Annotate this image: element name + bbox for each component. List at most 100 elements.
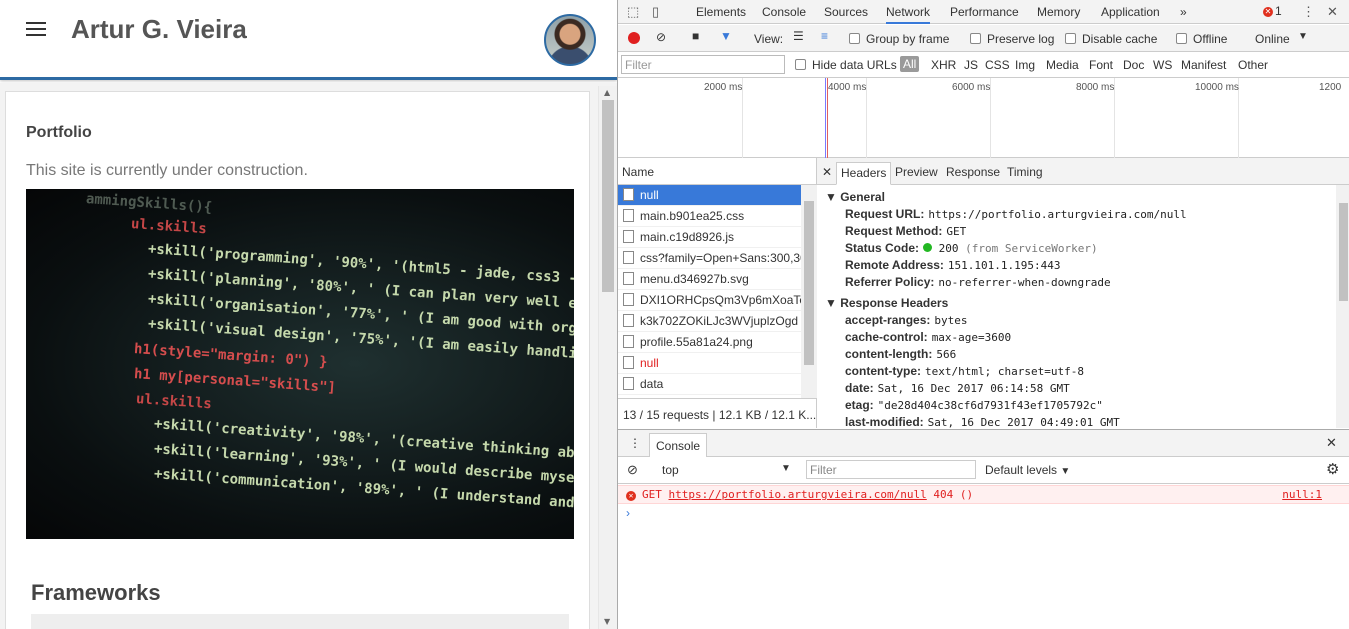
error-icon: ✕ bbox=[1263, 7, 1273, 17]
portfolio-page: Artur G. Vieira Portfolio This site is c… bbox=[0, 0, 617, 629]
tab-timing[interactable]: Timing bbox=[1007, 165, 1043, 179]
filter-other[interactable]: Other bbox=[1238, 58, 1268, 72]
close-detail-icon[interactable]: ✕ bbox=[822, 165, 832, 179]
tab-response[interactable]: Response bbox=[946, 165, 1000, 179]
header-row: content-length: 566 bbox=[845, 347, 957, 361]
timeline-tick: 1200 bbox=[1319, 82, 1342, 93]
name-column-header[interactable]: Name bbox=[618, 158, 817, 185]
large-rows-icon[interactable]: ☰ bbox=[793, 29, 804, 43]
drawer-menu-icon[interactable]: ⋮ bbox=[629, 436, 641, 450]
close-drawer-icon[interactable]: ✕ bbox=[1326, 435, 1337, 451]
console-settings-gear-icon[interactable]: ⚙ bbox=[1326, 460, 1339, 478]
close-devtools-icon[interactable]: ✕ bbox=[1327, 4, 1338, 20]
clear-icon[interactable]: ⊘ bbox=[656, 30, 666, 44]
tab-console[interactable]: Console bbox=[762, 5, 806, 19]
file-icon bbox=[623, 188, 634, 201]
scroll-down-arrow-icon[interactable]: ▼ bbox=[604, 617, 610, 626]
record-icon[interactable] bbox=[628, 32, 640, 44]
response-headers-section-toggle[interactable]: ▼ Response Headers bbox=[817, 295, 1336, 312]
clear-console-icon[interactable]: ⊘ bbox=[627, 462, 638, 478]
filter-media[interactable]: Media bbox=[1046, 58, 1079, 72]
device-toolbar-icon[interactable]: ▯ bbox=[652, 4, 659, 20]
hide-data-urls-checkbox[interactable]: Hide data URLs bbox=[795, 58, 897, 72]
tab-performance[interactable]: Performance bbox=[950, 5, 1019, 19]
waterfall-view-icon[interactable]: ≡ bbox=[821, 29, 828, 43]
preserve-log-checkbox[interactable]: Preserve log bbox=[970, 32, 1054, 46]
filter-img[interactable]: Img bbox=[1015, 58, 1035, 72]
request-row[interactable]: data bbox=[618, 374, 801, 395]
scroll-up-arrow-icon[interactable]: ▲ bbox=[604, 88, 610, 97]
page-scrollbar[interactable]: ▲ ▼ bbox=[598, 86, 617, 629]
file-icon bbox=[623, 293, 634, 306]
request-row[interactable]: DXI1ORHCpsQm3Vp6mXoaTe bbox=[618, 290, 801, 311]
error-source-link[interactable]: null:1 bbox=[1282, 486, 1322, 503]
frameworks-panel bbox=[31, 614, 569, 629]
headers-scrollbar[interactable] bbox=[1336, 185, 1349, 428]
hamburger-menu-icon[interactable] bbox=[26, 22, 46, 38]
throttling-select[interactable]: Online bbox=[1255, 32, 1290, 46]
request-row[interactable]: main.b901ea25.css bbox=[618, 206, 801, 227]
console-drawer-tabs: ⋮ Console ✕ bbox=[618, 429, 1349, 458]
request-row[interactable]: k3k702ZOKiLJc3WVjuplzOgd bbox=[618, 311, 801, 332]
network-filter-input[interactable] bbox=[621, 55, 785, 74]
error-url-link[interactable]: https://portfolio.arturgvieira.com/null bbox=[669, 488, 927, 501]
error-count-badge[interactable]: ✕ 1 bbox=[1263, 4, 1282, 18]
chevron-down-icon[interactable]: ▼ bbox=[1298, 31, 1308, 42]
view-label: View: bbox=[754, 32, 784, 46]
filter-all[interactable]: All bbox=[900, 56, 920, 72]
requests-summary: 13 / 15 requests | 12.1 KB / 12.1 K... bbox=[618, 398, 817, 428]
header-row: content-type: text/html; charset=utf-8 bbox=[845, 364, 1084, 378]
code-line: h1 my[personal="skills"] bbox=[133, 366, 337, 397]
filter-ws[interactable]: WS bbox=[1153, 58, 1172, 72]
disable-cache-checkbox[interactable]: Disable cache bbox=[1065, 32, 1157, 46]
header-row: accept-ranges: bytes bbox=[845, 313, 968, 327]
filter-css[interactable]: CSS bbox=[985, 58, 1010, 72]
context-chevron-icon[interactable]: ▼ bbox=[781, 463, 791, 474]
request-row[interactable]: menu.d346927b.svg bbox=[618, 269, 801, 290]
tab-application[interactable]: Application bbox=[1101, 5, 1160, 19]
log-levels-select[interactable]: Default levels ▼ bbox=[985, 463, 1070, 477]
file-icon bbox=[623, 230, 634, 243]
header-row: last-modified: Sat, 16 Dec 2017 04:49:01 … bbox=[845, 415, 1120, 428]
request-row[interactable]: null bbox=[618, 185, 801, 206]
console-prompt[interactable]: › bbox=[626, 506, 630, 520]
file-icon bbox=[623, 377, 634, 390]
chevron-down-icon: ▼ bbox=[1060, 466, 1071, 477]
filter-doc[interactable]: Doc bbox=[1123, 58, 1144, 72]
console-filter-input[interactable] bbox=[806, 460, 976, 479]
timeline-tick: 8000 ms bbox=[1076, 82, 1115, 93]
request-row[interactable]: main.c19d8926.js bbox=[618, 227, 801, 248]
kebab-menu-icon[interactable]: ⋮ bbox=[1302, 4, 1315, 20]
scrollbar-thumb[interactable] bbox=[602, 100, 614, 292]
tab-elements[interactable]: Elements bbox=[696, 5, 746, 19]
request-row[interactable]: profile.55a81a24.png bbox=[618, 332, 801, 353]
filter-xhr[interactable]: XHR bbox=[931, 58, 956, 72]
dom-content-loaded-marker bbox=[825, 78, 826, 158]
tab-headers[interactable]: Headers bbox=[836, 162, 892, 185]
filter-manifest[interactable]: Manifest bbox=[1181, 58, 1226, 72]
request-list-scrollbar[interactable] bbox=[801, 185, 817, 398]
more-tabs-icon[interactable]: » bbox=[1180, 5, 1187, 19]
tab-console-drawer[interactable]: Console bbox=[649, 433, 708, 458]
general-section-toggle[interactable]: ▼ General bbox=[817, 189, 1336, 206]
inspect-element-icon[interactable]: ⬚ bbox=[627, 4, 639, 20]
tab-sources[interactable]: Sources bbox=[824, 5, 868, 19]
code-line: ul.skills bbox=[135, 391, 213, 413]
request-row[interactable]: null bbox=[618, 353, 801, 374]
filter-font[interactable]: Font bbox=[1089, 58, 1113, 72]
filter-icon[interactable]: ▼ bbox=[720, 29, 732, 43]
filter-js[interactable]: JS bbox=[964, 58, 978, 72]
tab-preview[interactable]: Preview bbox=[895, 165, 938, 179]
tab-network[interactable]: Network bbox=[886, 5, 931, 24]
network-overview-timeline[interactable]: 2000 ms 4000 ms 6000 ms 8000 ms 10000 ms… bbox=[618, 78, 1349, 158]
capture-screenshots-icon[interactable]: ■ bbox=[692, 29, 699, 43]
construction-notice: This site is currently under constructio… bbox=[26, 162, 308, 179]
request-row[interactable]: css?family=Open+Sans:300,30 bbox=[618, 248, 801, 269]
group-by-frame-checkbox[interactable]: Group by frame bbox=[849, 32, 949, 46]
avatar[interactable] bbox=[544, 14, 596, 66]
offline-checkbox[interactable]: Offline bbox=[1176, 32, 1227, 46]
tab-memory[interactable]: Memory bbox=[1037, 5, 1080, 19]
timeline-tick: 4000 ms bbox=[828, 82, 867, 93]
context-select[interactable]: top bbox=[662, 463, 679, 477]
header-row: Request Method: GET bbox=[845, 224, 967, 238]
